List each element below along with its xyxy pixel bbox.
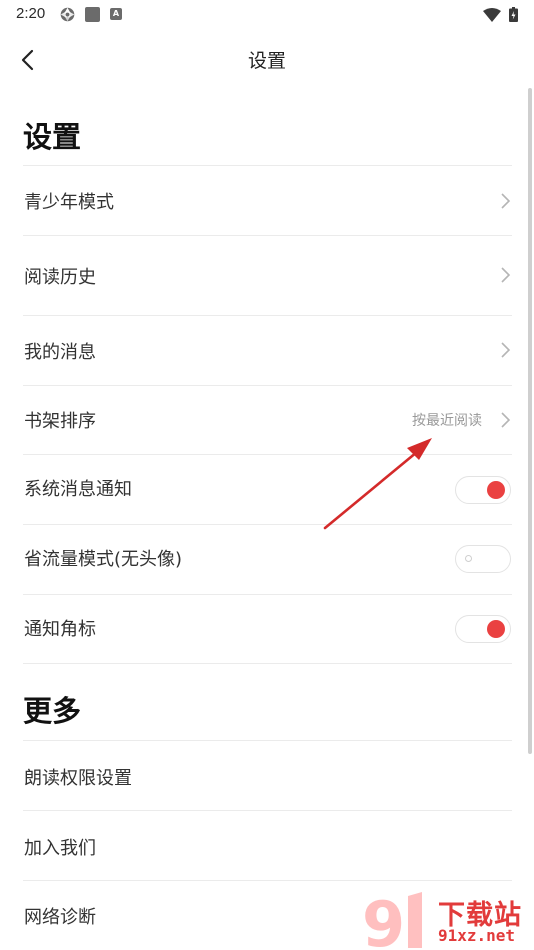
divider	[23, 663, 512, 664]
chevron-right-icon	[501, 193, 511, 209]
row-label: 朗读权限设置	[24, 768, 132, 789]
row-label: 我的消息	[24, 342, 96, 363]
section-heading-more: 更多	[23, 694, 82, 728]
row-label: 通知角标	[24, 619, 96, 640]
wifi-icon	[483, 8, 501, 22]
row-label: 书架排序	[24, 411, 96, 432]
chevron-right-icon	[501, 412, 511, 428]
section-heading-settings: 设置	[23, 120, 82, 154]
a-badge-icon: A	[110, 8, 122, 20]
status-time: 2:20	[16, 5, 46, 22]
row-label: 系统消息通知	[24, 479, 132, 500]
aperture-icon	[60, 7, 75, 22]
annotation-arrow-icon	[323, 438, 432, 530]
row-label: 网络诊断	[24, 907, 96, 928]
row-label: 加入我们	[24, 838, 96, 859]
row-badge-notify: 通知角标	[23, 595, 512, 664]
status-bar: 2:20 A	[0, 0, 534, 30]
row-data-saver: 省流量模式(无头像)	[23, 525, 512, 595]
scrollbar[interactable]	[528, 88, 532, 754]
watermark-url: 91xz.net	[438, 926, 516, 945]
shelf-sort-value: 按最近阅读	[412, 413, 482, 429]
svg-text:9: 9	[362, 888, 405, 950]
data-saver-toggle[interactable]	[455, 545, 511, 573]
toggle-knob	[487, 481, 505, 499]
toggle-knob	[487, 620, 505, 638]
nav-bar: 设置	[0, 30, 534, 86]
row-label: 省流量模式(无头像)	[24, 549, 183, 570]
toggle-knob	[465, 555, 472, 562]
system-notify-toggle[interactable]	[455, 476, 511, 504]
badge-notify-toggle[interactable]	[455, 615, 511, 643]
row-join-us[interactable]: 加入我们	[23, 811, 512, 881]
row-teen-mode[interactable]: 青少年模式	[23, 166, 512, 236]
chevron-right-icon	[501, 342, 511, 358]
page-title: 设置	[247, 50, 286, 72]
row-label: 阅读历史	[24, 267, 96, 288]
battery-icon	[509, 7, 518, 22]
settings-screen: 2:20 A 设置 设置 青少年模式 阅读历史 我的消息 书架排序 按最近阅读 …	[0, 0, 534, 950]
row-label: 青少年模式	[24, 192, 114, 213]
square-icon	[85, 7, 100, 22]
chevron-right-icon	[501, 267, 511, 283]
row-reading-history[interactable]: 阅读历史	[23, 236, 512, 316]
row-my-messages[interactable]: 我的消息	[23, 316, 512, 386]
row-read-aloud-permission[interactable]: 朗读权限设置	[23, 741, 512, 811]
